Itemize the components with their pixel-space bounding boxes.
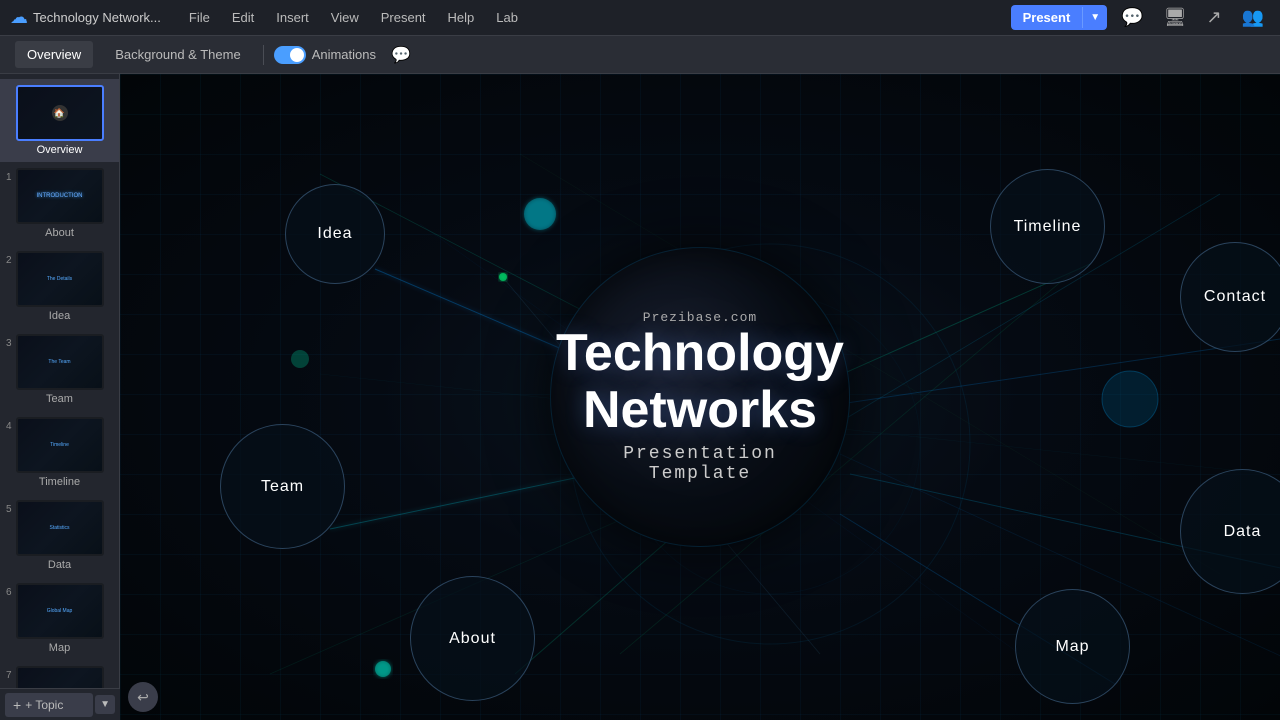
menu-help[interactable]: Help [438,6,485,29]
slide-label-1: About [45,227,74,239]
present-button[interactable]: Present ▼ [1011,5,1108,30]
slide-num-2: 2 [6,255,12,266]
tab-overview[interactable]: Overview [15,41,93,68]
slide-label-2: Idea [49,310,70,322]
present-dropdown-arrow[interactable]: ▼ [1082,7,1107,28]
node-map-label: Map [1055,638,1089,656]
sidebar-item-idea[interactable]: 2 The Details Idea [0,245,119,328]
main-area: 🏠 Overview 1 INTRODUCTION About 2 The De… [0,74,1280,720]
node-timeline[interactable]: Timeline [990,169,1105,284]
slide-num-7: 7 [6,670,12,681]
slide-num-6: 6 [6,587,12,598]
animations-label: Animations [312,47,376,62]
slide-thumb-6: Global Map [16,583,104,639]
node-contact[interactable]: Contact [1180,242,1280,352]
slide-thumb-3: The Team [16,334,104,390]
monitor-icon[interactable]: 🖥 [1158,5,1193,30]
present-label: Present [1011,5,1083,30]
slide-num-3: 3 [6,338,12,349]
toolbar: Overview Background & Theme Animations 💬 [0,36,1280,74]
share-icon[interactable]: ↗ [1200,5,1227,30]
node-data-label: Data [1224,523,1262,541]
canvas[interactable]: Prezibase.com Technology Networks Presen… [120,74,1280,720]
node-timeline-label: Timeline [1014,218,1082,236]
comment-icon[interactable]: 💬 [1115,5,1149,30]
app-title: Technology Network... [33,10,161,25]
slide-label-5: Data [48,559,71,571]
toolbar-divider [263,45,264,65]
node-contact-label: Contact [1204,288,1266,306]
center-description: Presentation Template [556,444,844,484]
menu-view[interactable]: View [321,6,369,29]
tab-background[interactable]: Background & Theme [103,41,253,68]
slide-thumb-5: Statistics [16,500,104,556]
center-subtitle: Prezibase.com [556,310,844,325]
slide-thumb-4: Timeline [16,417,104,473]
slide-label-4: Timeline [39,476,80,488]
center-main-title: Technology Networks [556,325,844,439]
back-button[interactable]: ↩ [128,682,158,712]
node-map[interactable]: Map [1015,589,1130,704]
node-team-label: Team [261,478,304,496]
slide-thumb-1: INTRODUCTION [16,168,104,224]
slide-num-4: 4 [6,421,12,432]
users-icon[interactable]: 👥 [1236,5,1270,30]
plus-icon: + [13,697,21,713]
top-bar: ☁ Technology Network... File Edit Insert… [0,0,1280,36]
animations-toggle[interactable]: Animations [274,46,376,64]
slide-num-1: 1 [6,172,12,183]
node-about-label: About [449,630,496,648]
cloud-icon: ☁ [10,7,28,28]
slide-label-3: Team [46,393,73,405]
sidebar-item-data[interactable]: 5 Statistics Data [0,494,119,577]
menu-edit[interactable]: Edit [222,6,264,29]
right-actions: Present ▼ 💬 🖥 ↗ 👥 [1011,5,1270,30]
home-icon: 🏠 [52,105,68,121]
sidebar-item-timeline[interactable]: 4 Timeline Timeline [0,411,119,494]
slide-label-6: Map [49,642,70,654]
menu-present[interactable]: Present [371,6,436,29]
menu-insert[interactable]: Insert [266,6,319,29]
menu-lab[interactable]: Lab [486,6,528,29]
sidebar-item-overview[interactable]: 🏠 Overview [0,79,119,162]
slide-thumb-2: The Details [16,251,104,307]
node-idea-label: Idea [317,225,352,243]
sidebar-item-team[interactable]: 3 The Team Team [0,328,119,411]
node-team[interactable]: Team [220,424,345,549]
slide-num-5: 5 [6,504,12,515]
bottom-bar: + + Topic ▼ [0,688,120,720]
toggle-switch[interactable] [274,46,306,64]
add-topic-button[interactable]: + + Topic [5,693,93,717]
overview-label: Overview [37,144,83,156]
sidebar-item-about[interactable]: 1 INTRODUCTION About [0,162,119,245]
add-topic-label: + Topic [25,698,63,712]
app-logo: ☁ Technology Network... [10,7,171,28]
sidebar-item-map[interactable]: 6 Global Map Map [0,577,119,660]
toolbar-comment-icon[interactable]: 💬 [391,45,411,65]
center-title: Prezibase.com Technology Networks Presen… [556,310,844,484]
menu-bar: File Edit Insert View Present Help Lab [179,6,528,29]
add-topic-dropdown[interactable]: ▼ [95,695,115,714]
node-idea[interactable]: Idea [285,184,385,284]
back-icon: ↩ [137,689,149,706]
overview-thumb: 🏠 [16,85,104,141]
menu-file[interactable]: File [179,6,220,29]
node-about[interactable]: About [410,576,535,701]
sidebar: 🏠 Overview 1 INTRODUCTION About 2 The De… [0,74,120,720]
